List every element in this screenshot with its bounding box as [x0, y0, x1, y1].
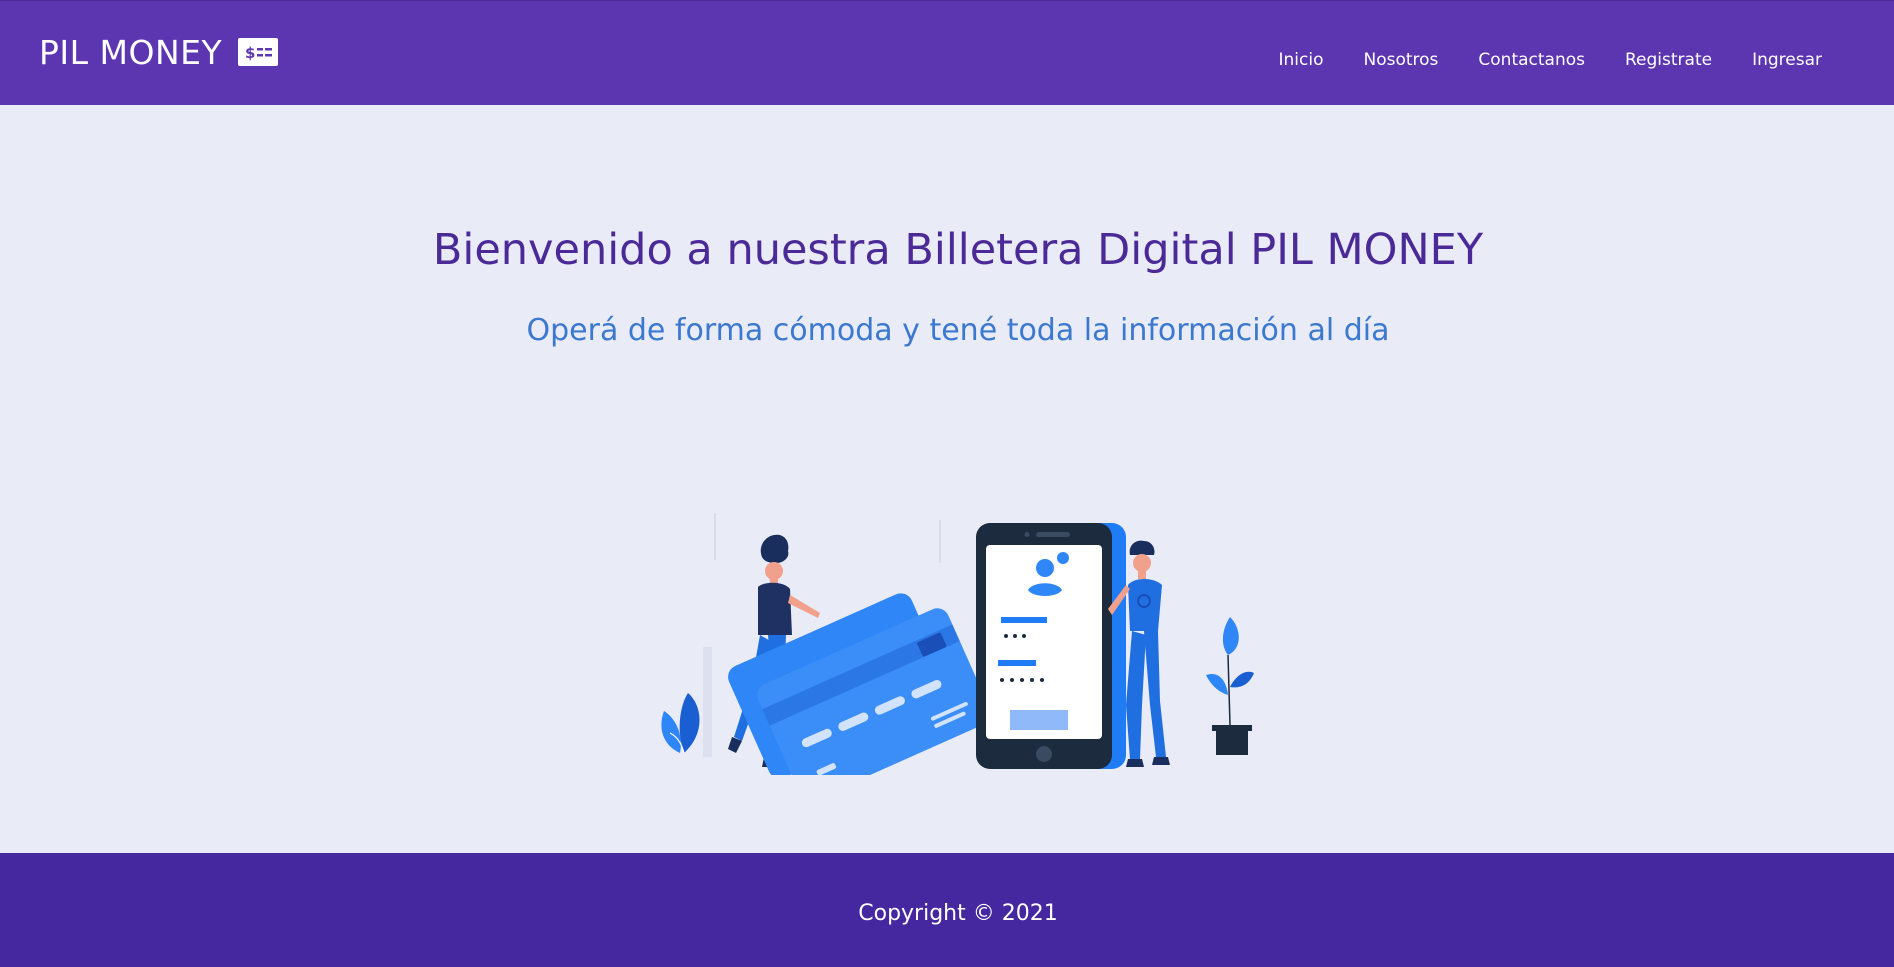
nav-link-registrate[interactable]: Registrate: [1625, 45, 1712, 75]
smartphone-icon: [976, 523, 1126, 769]
nav-link-ingresar[interactable]: Ingresar: [1752, 45, 1822, 75]
nav-menu: Inicio Nosotros Contactanos Registrate I…: [1239, 45, 1823, 75]
footer: Copyright © 2021: [0, 853, 1894, 967]
background-lines: [714, 513, 941, 595]
digital-wallet-illustration: [661, 513, 1254, 775]
nav-link-contactanos[interactable]: Contactanos: [1478, 45, 1585, 75]
copyright-text: Copyright © 2021: [858, 901, 1058, 926]
navbar: PIL MONEY $ Inicio Nosotros Contactanos …: [0, 0, 1894, 105]
plant-right-icon: [1206, 617, 1254, 755]
money-bill-icon: $: [238, 38, 279, 66]
nav-link-nosotros[interactable]: Nosotros: [1363, 45, 1438, 75]
brand-link[interactable]: PIL MONEY $: [39, 33, 279, 73]
nav-link-inicio[interactable]: Inicio: [1279, 45, 1324, 75]
hero-title: Bienvenido a nuestra Billetera Digital P…: [432, 225, 1484, 275]
plant-left-icon: [661, 693, 700, 754]
svg-text:$: $: [245, 44, 255, 62]
brand-name: PIL MONEY: [39, 33, 223, 72]
hero-subtitle: Operá de forma cómoda y tené toda la inf…: [526, 313, 1390, 348]
